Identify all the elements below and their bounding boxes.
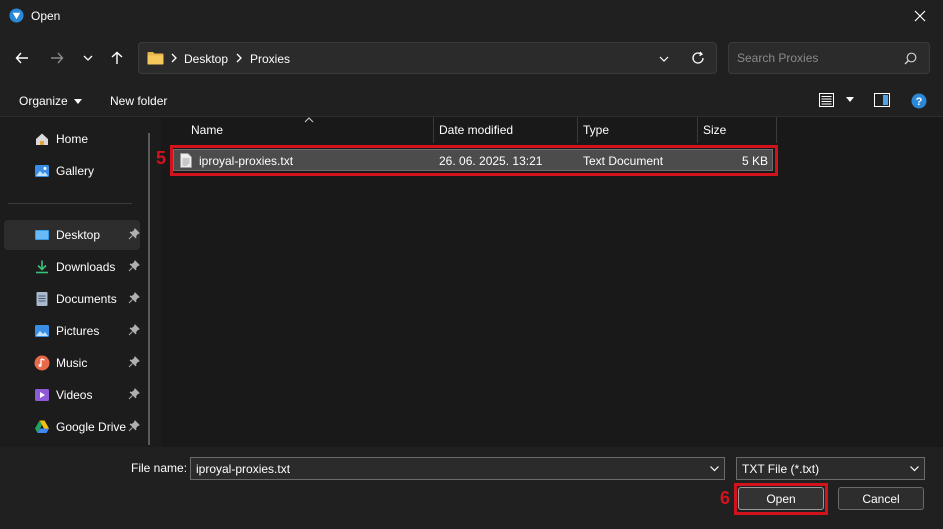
pin-icon bbox=[128, 228, 140, 240]
column-header-label: Name bbox=[191, 123, 224, 137]
desktop-icon bbox=[35, 230, 49, 240]
home-icon bbox=[36, 133, 48, 145]
sidebar-item-label: Gallery bbox=[56, 164, 95, 178]
file-name-field[interactable]: iproyal-proxies.txt bbox=[190, 457, 725, 480]
search-icon bbox=[904, 52, 917, 65]
command-bar: Organize New folder ? bbox=[0, 84, 943, 117]
chevron-down-icon bbox=[83, 55, 93, 61]
column-header-date-modified[interactable]: Date modified bbox=[434, 117, 577, 143]
view-options-button[interactable] bbox=[819, 93, 854, 110]
pin-icon bbox=[128, 420, 140, 432]
column-separator[interactable] bbox=[776, 117, 777, 143]
sidebar-item-label: Google Drive bbox=[56, 420, 127, 434]
preview-pane-button[interactable] bbox=[874, 93, 890, 110]
preview-pane-icon bbox=[874, 93, 890, 107]
sidebar-item-music[interactable]: Music bbox=[4, 348, 140, 378]
organize-label: Organize bbox=[19, 94, 68, 108]
chevron-down-icon[interactable] bbox=[709, 463, 720, 474]
gallery-icon bbox=[35, 165, 49, 177]
up-button[interactable] bbox=[105, 48, 129, 68]
breadcrumb-proxies[interactable]: Proxies bbox=[250, 52, 290, 66]
sidebar-item-videos[interactable]: Videos bbox=[4, 380, 140, 410]
sidebar-item-downloads[interactable]: Downloads bbox=[4, 252, 140, 282]
sidebar-item-home[interactable]: Home bbox=[4, 124, 140, 154]
navigation-pane: Home Gallery Desktop Downloads Documents… bbox=[0, 117, 160, 447]
sidebar-item-label: Pictures bbox=[56, 324, 100, 338]
pin-icon bbox=[128, 388, 140, 400]
file-type-value: TXT File (*.txt) bbox=[742, 462, 820, 476]
chevron-right-icon bbox=[171, 53, 177, 63]
forward-button[interactable] bbox=[45, 48, 69, 68]
column-header-name[interactable]: Name bbox=[181, 117, 433, 143]
sidebar-item-label: Desktop bbox=[56, 228, 101, 242]
arrow-right-icon bbox=[51, 52, 64, 64]
column-header-label: Type bbox=[583, 123, 610, 137]
sidebar-item-label: Videos bbox=[56, 388, 93, 402]
download-icon bbox=[36, 260, 48, 274]
breadcrumb-desktop[interactable]: Desktop bbox=[184, 52, 228, 66]
view-list-icon bbox=[819, 93, 834, 107]
recent-locations-button[interactable] bbox=[76, 48, 100, 68]
svg-text:?: ? bbox=[916, 96, 923, 108]
file-name-label: File name: bbox=[131, 461, 188, 475]
step-marker-6: 6 bbox=[720, 488, 731, 508]
folder-icon bbox=[147, 52, 164, 65]
sidebar-item-label: Music bbox=[56, 356, 88, 370]
caret-down-icon bbox=[846, 97, 854, 102]
title-bar: Open bbox=[0, 0, 943, 32]
search-input[interactable] bbox=[737, 51, 897, 65]
search-box[interactable] bbox=[728, 42, 930, 74]
help-icon: ? bbox=[911, 93, 927, 109]
navigation-bar: Desktop Proxies bbox=[0, 32, 943, 84]
sidebar-item-label: Downloads bbox=[56, 260, 116, 274]
caret-down-icon bbox=[74, 98, 83, 104]
help-button[interactable]: ? bbox=[911, 93, 927, 112]
cancel-button[interactable]: Cancel bbox=[838, 487, 924, 510]
file-name-value: iproyal-proxies.txt bbox=[196, 462, 291, 476]
pin-icon bbox=[128, 260, 140, 272]
highlight-box-open bbox=[734, 483, 828, 515]
new-folder-button[interactable]: New folder bbox=[110, 94, 167, 108]
chevron-down-icon bbox=[910, 466, 919, 472]
chevron-right-icon bbox=[236, 53, 242, 63]
documents-icon bbox=[36, 292, 48, 306]
pin-icon bbox=[128, 324, 140, 336]
sidebar-item-google-drive[interactable]: Google Drive bbox=[4, 412, 140, 442]
close-button[interactable] bbox=[897, 0, 943, 32]
sidebar-scrollbar[interactable] bbox=[148, 133, 150, 445]
column-header-label: Size bbox=[703, 123, 727, 137]
window-title: Open bbox=[31, 9, 61, 23]
file-type-select[interactable]: TXT File (*.txt) bbox=[736, 457, 925, 480]
sidebar-item-label: Home bbox=[56, 132, 89, 146]
sidebar-item-label: Documents bbox=[56, 292, 117, 306]
arrow-left-icon bbox=[15, 52, 28, 64]
sidebar-item-desktop[interactable]: Desktop bbox=[4, 220, 140, 250]
pin-icon bbox=[128, 356, 140, 368]
app-icon bbox=[9, 8, 24, 23]
refresh-icon[interactable] bbox=[691, 51, 705, 65]
sidebar-divider bbox=[8, 203, 132, 204]
close-icon bbox=[914, 10, 926, 22]
sidebar-item-documents[interactable]: Documents bbox=[4, 284, 140, 314]
sidebar-item-gallery[interactable]: Gallery bbox=[4, 156, 140, 186]
sidebar-item-pictures[interactable]: Pictures bbox=[4, 316, 140, 346]
address-dropdown-icon[interactable] bbox=[659, 54, 669, 64]
organize-button[interactable]: Organize bbox=[19, 94, 83, 108]
address-bar[interactable]: Desktop Proxies bbox=[138, 42, 717, 74]
column-header-type[interactable]: Type bbox=[578, 117, 697, 143]
step-marker-5: 5 bbox=[156, 148, 167, 168]
arrow-up-icon bbox=[111, 51, 123, 64]
column-header-size[interactable]: Size bbox=[698, 117, 776, 143]
column-header-label: Date modified bbox=[439, 123, 514, 137]
back-button[interactable] bbox=[10, 48, 34, 68]
pin-icon bbox=[128, 292, 140, 304]
highlight-box-file bbox=[170, 145, 778, 176]
google-drive-icon bbox=[35, 420, 49, 433]
videos-icon bbox=[35, 389, 49, 401]
music-icon bbox=[34, 355, 50, 371]
pictures-icon bbox=[35, 325, 49, 337]
